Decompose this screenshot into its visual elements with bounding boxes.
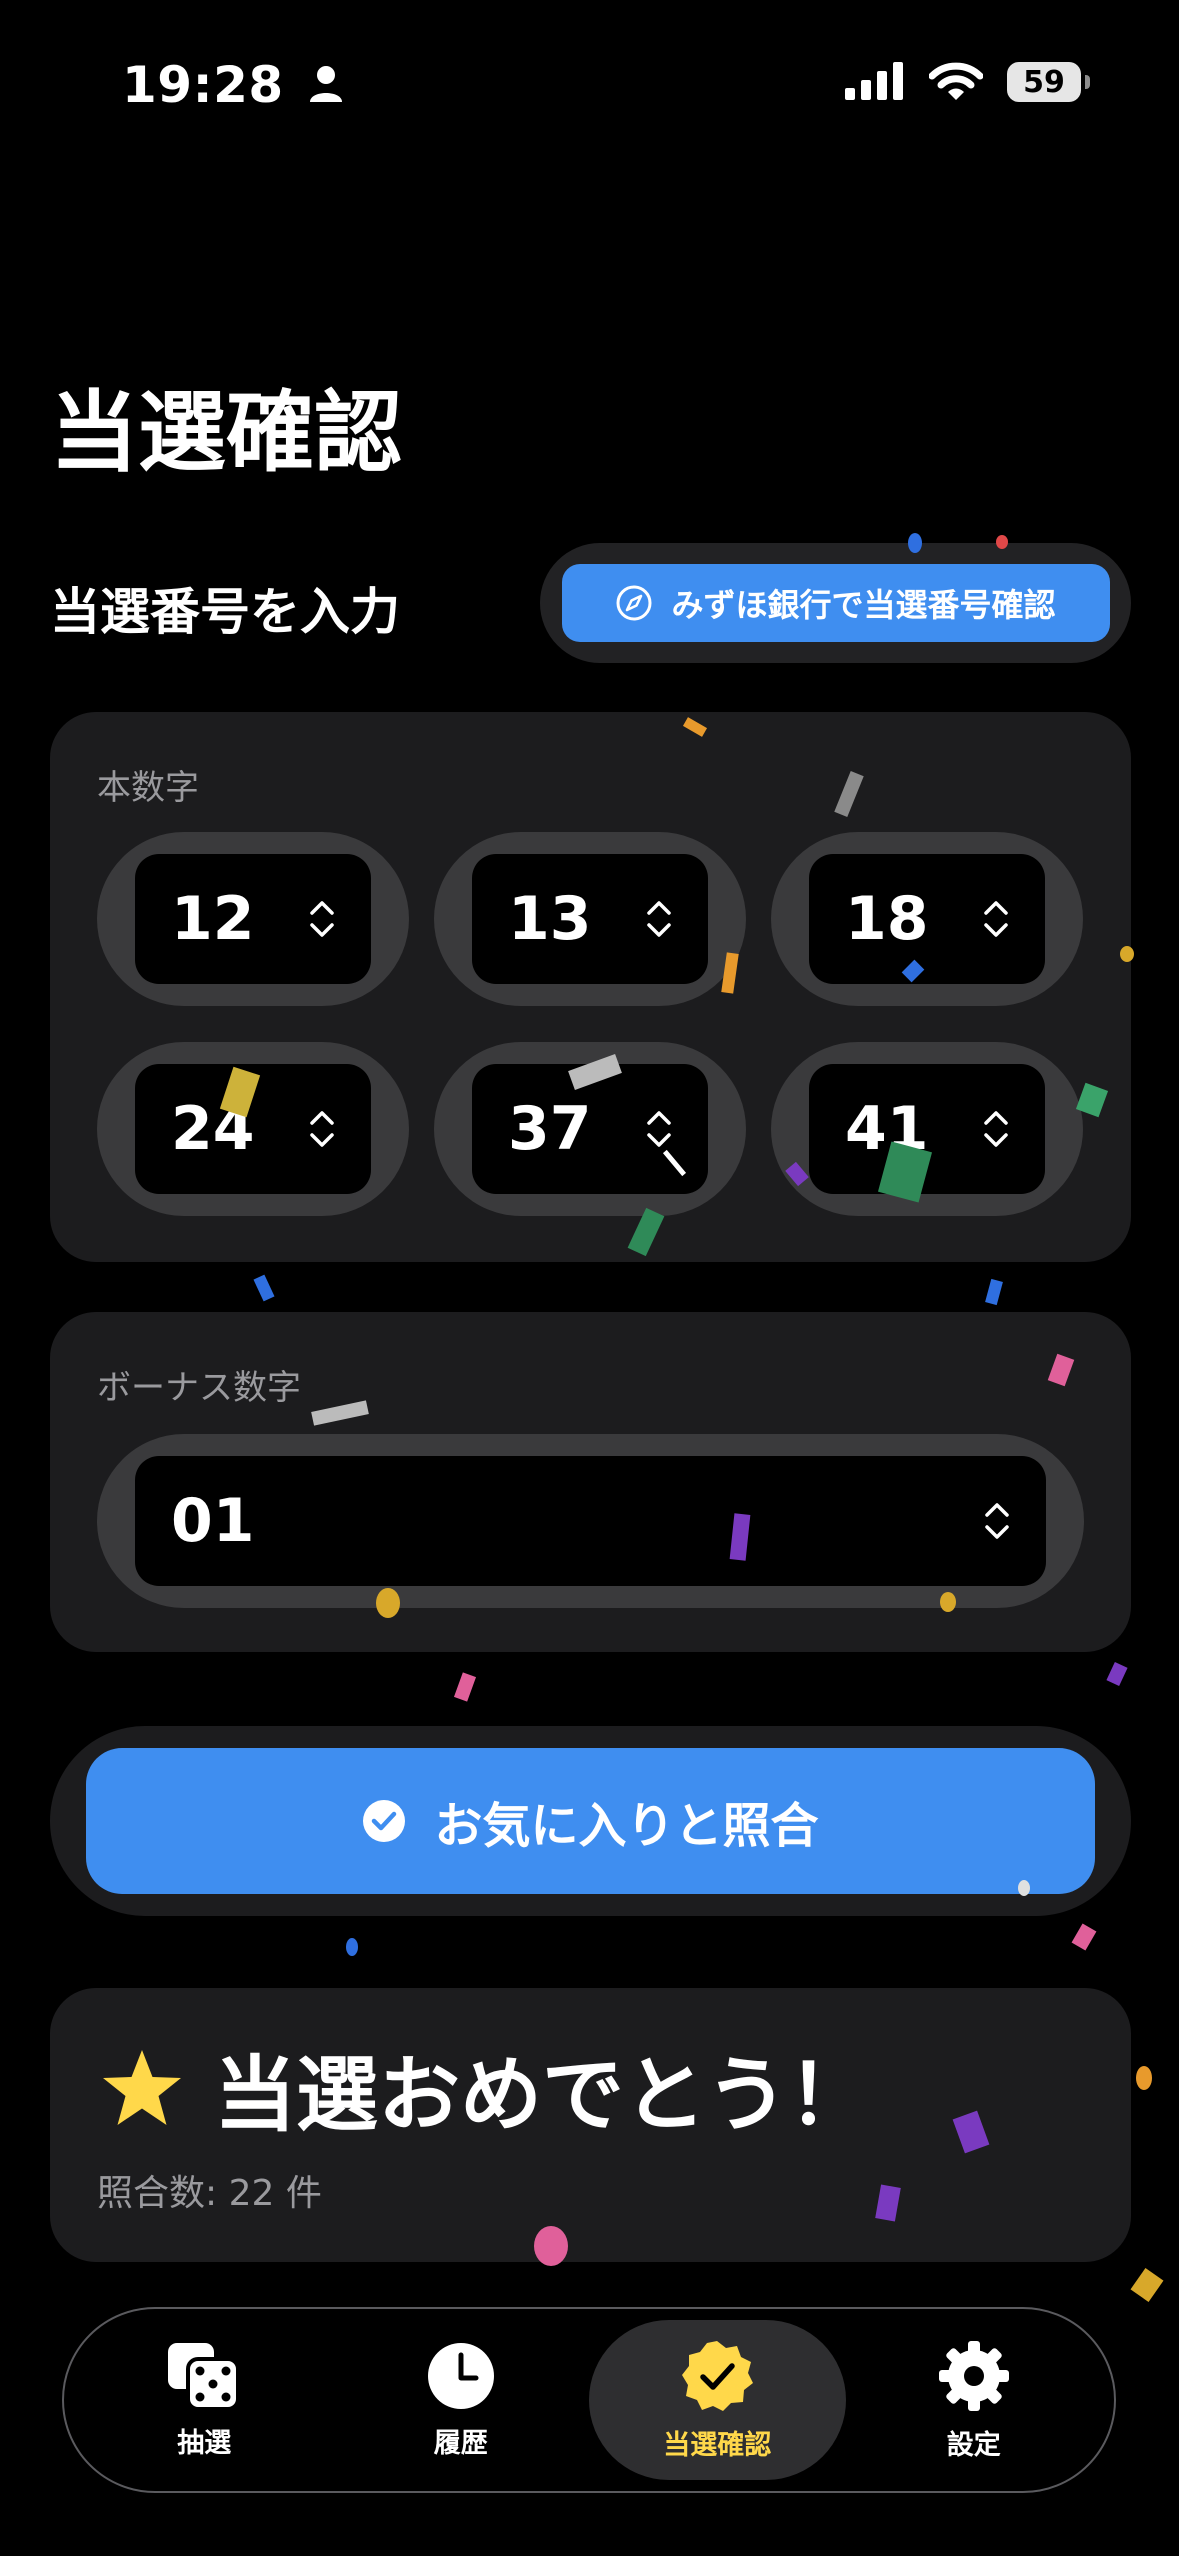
wifi-icon bbox=[929, 62, 983, 100]
dice-icon bbox=[168, 2342, 241, 2411]
match-button-container: お気に入りと照合 bbox=[50, 1726, 1131, 1916]
number-picker-4: 24 bbox=[97, 1042, 409, 1216]
chevron-up-down-icon bbox=[984, 901, 1008, 937]
bonus-value: 01 bbox=[171, 1486, 255, 1556]
confetti-piece bbox=[346, 1938, 358, 1956]
number-value: 24 bbox=[171, 1094, 255, 1164]
tab-label: 抽選 bbox=[177, 2427, 232, 2459]
tab-winning-check[interactable]: 当選確認 bbox=[589, 2320, 846, 2480]
main-numbers-label: 本数字 bbox=[97, 768, 199, 808]
cellular-signal-icon bbox=[845, 62, 903, 100]
bonus-label: ボーナス数字 bbox=[97, 1368, 301, 1408]
status-indicators: 59 bbox=[845, 62, 1090, 102]
confetti-piece bbox=[1106, 1661, 1128, 1687]
result-card: 当選おめでとう！ 照合数: 22 件 bbox=[50, 1988, 1131, 2262]
number-picker-1: 12 bbox=[97, 832, 409, 1006]
bonus-picker: 01 bbox=[97, 1434, 1084, 1608]
number-value: 13 bbox=[508, 884, 592, 954]
number-value: 41 bbox=[845, 1094, 929, 1164]
bonus-card: ボーナス数字 01 bbox=[50, 1312, 1131, 1652]
chevron-up-down-icon bbox=[985, 1503, 1009, 1539]
number-field[interactable]: 37 bbox=[472, 1064, 708, 1194]
number-value: 18 bbox=[845, 884, 929, 954]
person-icon bbox=[309, 66, 342, 102]
chevron-up-down-icon bbox=[310, 1111, 334, 1147]
section-label: 当選番号を入力 bbox=[50, 583, 400, 641]
gear-icon bbox=[938, 2340, 1009, 2411]
result-title: 当選おめでとう！ bbox=[214, 2048, 871, 2143]
page-title: 当選確認 bbox=[50, 381, 403, 484]
number-picker-2: 13 bbox=[434, 832, 746, 1006]
number-field[interactable]: 12 bbox=[135, 854, 371, 984]
tab-bar: 抽選 履歴 当選確認 設定 bbox=[62, 2307, 1116, 2493]
match-favorites-button[interactable]: お気に入りと照合 bbox=[86, 1748, 1095, 1894]
number-value: 37 bbox=[508, 1094, 592, 1164]
number-picker-6: 41 bbox=[771, 1042, 1083, 1216]
tab-label: 履歴 bbox=[433, 2427, 488, 2459]
confetti-piece bbox=[1071, 1923, 1097, 1951]
chevron-up-down-icon bbox=[647, 1111, 671, 1147]
confetti-piece bbox=[985, 1278, 1003, 1306]
tab-history[interactable]: 履歴 bbox=[333, 2320, 590, 2480]
match-count: 照合数: 22 件 bbox=[97, 2173, 322, 2214]
confetti-piece bbox=[453, 1672, 477, 1702]
bank-check-label: みずほ銀行で当選番号確認 bbox=[671, 586, 1056, 624]
tab-label: 当選確認 bbox=[663, 2429, 772, 2461]
tab-label: 設定 bbox=[946, 2429, 1001, 2461]
bonus-field[interactable]: 01 bbox=[135, 1456, 1046, 1586]
status-time: 19:28 bbox=[122, 56, 344, 114]
chevron-up-down-icon bbox=[647, 901, 671, 937]
tab-draw[interactable]: 抽選 bbox=[76, 2320, 333, 2480]
number-picker-5: 37 bbox=[434, 1042, 746, 1216]
number-field[interactable]: 41 bbox=[809, 1064, 1045, 1194]
time-text: 19:28 bbox=[122, 56, 284, 114]
battery-level: 59 bbox=[1023, 64, 1065, 100]
checkmark-seal-icon bbox=[682, 2340, 754, 2411]
star-icon bbox=[103, 2049, 181, 2125]
number-picker-3: 18 bbox=[771, 832, 1083, 1006]
compass-icon bbox=[616, 585, 652, 621]
bank-button-container: みずほ銀行で当選番号確認 bbox=[540, 543, 1131, 663]
number-field[interactable]: 13 bbox=[472, 854, 708, 984]
main-numbers-card: 本数字 12 13 18 24 37 41 bbox=[50, 712, 1131, 1262]
match-button-label: お気に入りと照合 bbox=[434, 1798, 819, 1854]
result-title-row: 当選おめでとう！ bbox=[100, 2028, 870, 2147]
chevron-up-down-icon bbox=[984, 1111, 1008, 1147]
chevron-up-down-icon bbox=[310, 901, 334, 937]
clock-icon bbox=[427, 2342, 494, 2409]
confetti-piece bbox=[1136, 2066, 1152, 2090]
bank-check-button[interactable]: みずほ銀行で当選番号確認 bbox=[561, 564, 1110, 642]
number-value: 12 bbox=[171, 884, 255, 954]
battery-indicator: 59 bbox=[1007, 62, 1090, 102]
tab-settings[interactable]: 設定 bbox=[846, 2320, 1103, 2480]
number-field[interactable]: 18 bbox=[809, 854, 1045, 984]
confetti-piece bbox=[253, 1274, 275, 1302]
checkmark-circle-icon bbox=[363, 1800, 406, 1842]
number-field[interactable]: 24 bbox=[135, 1064, 371, 1194]
confetti-piece bbox=[1130, 2268, 1164, 2302]
